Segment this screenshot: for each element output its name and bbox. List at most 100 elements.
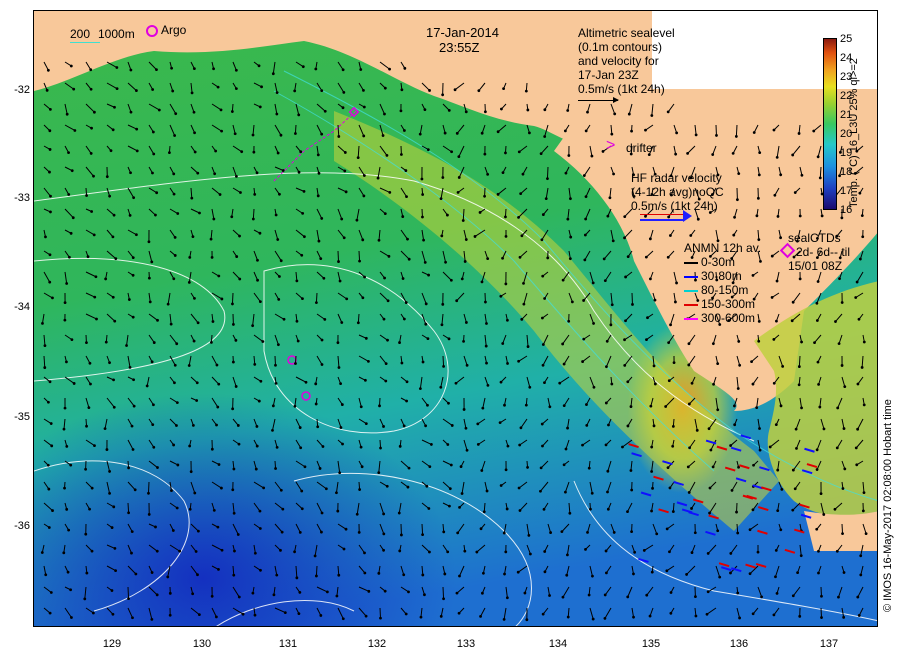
current-arrow-head <box>543 297 547 300</box>
current-arrow-head <box>191 423 195 427</box>
current-arrow-head <box>65 444 69 448</box>
current-arrow-head <box>816 360 820 364</box>
current-arrow-head <box>49 591 53 594</box>
current-arrow-head <box>716 362 720 366</box>
current-arrow-head <box>506 444 510 448</box>
y-tick-label: -33 <box>14 192 30 204</box>
current-arrow-head <box>539 152 543 155</box>
current-arrow-head <box>212 508 216 512</box>
current-arrow-head <box>448 504 451 508</box>
current-arrow-head <box>860 214 864 217</box>
current-arrow-head <box>441 93 445 97</box>
current-arrow-head <box>650 509 653 513</box>
current-arrow-head <box>716 529 720 533</box>
current-arrow-head <box>793 487 797 491</box>
current-arrow-head <box>48 148 52 151</box>
current-arrow-head <box>152 403 155 407</box>
x-tick-label: 136 <box>729 638 749 650</box>
current-arrow-head <box>216 405 220 409</box>
current-arrow-head <box>210 256 214 259</box>
current-arrow-head <box>300 489 304 493</box>
current-arrow-head <box>253 192 257 196</box>
current-arrow-head <box>108 491 111 495</box>
current-arrow-head <box>428 89 431 92</box>
current-arrow-head <box>504 282 508 286</box>
current-arrow-head <box>156 466 159 469</box>
current-arrow-head <box>605 339 609 343</box>
current-arrow-head <box>108 470 111 473</box>
current-arrow-head <box>152 152 156 156</box>
current-arrow-head <box>666 110 670 114</box>
current-arrow-head <box>314 402 318 406</box>
current-arrow-head <box>562 463 566 467</box>
current-arrow-head <box>49 422 53 425</box>
current-arrow-head <box>564 171 568 175</box>
current-arrow-head <box>455 131 459 135</box>
current-arrow-head <box>817 549 820 553</box>
current-arrow-head <box>517 150 521 154</box>
current-arrow-head <box>66 570 70 574</box>
current-arrow-head <box>384 379 388 383</box>
current-arrow-head <box>67 255 71 259</box>
current-arrow-head <box>706 590 710 594</box>
current-arrow-head <box>561 278 565 282</box>
depth-legend-line <box>70 42 100 43</box>
current-arrow-head <box>854 446 858 450</box>
current-arrow-head <box>609 323 613 327</box>
current-arrow-head <box>623 215 627 218</box>
drifter-legend-icon: > <box>606 137 616 154</box>
current-arrow-head <box>241 612 245 616</box>
current-arrow-head <box>649 404 653 408</box>
current-arrow-head <box>569 197 572 201</box>
current-arrow-head <box>260 85 263 89</box>
current-arrow-head <box>526 108 530 112</box>
current-arrow-head <box>320 89 324 93</box>
sst-map[interactable]: 17-Jan-2014 23:55Z 200 1000m Argo Altime… <box>33 10 878 627</box>
current-arrow-head <box>406 485 410 489</box>
current-arrow-head <box>567 319 571 323</box>
current-arrow-head <box>453 88 457 92</box>
current-arrow-head <box>44 573 48 577</box>
current-arrow-head <box>752 131 756 134</box>
current-arrow-head <box>797 383 801 387</box>
current-arrow-head <box>135 149 139 153</box>
current-arrow-head <box>302 189 306 193</box>
current-arrow-head <box>362 134 366 138</box>
current-arrow-head <box>528 552 532 556</box>
current-arrow-head <box>113 105 116 109</box>
current-arrow-head <box>427 507 431 510</box>
current-arrow-head <box>299 150 303 154</box>
current-arrow-head <box>104 277 108 281</box>
current-arrow-head <box>400 88 404 92</box>
arrow-icon <box>684 303 698 306</box>
current-arrow-head <box>303 465 307 469</box>
current-arrow-head <box>706 552 710 555</box>
current-arrow-head <box>170 66 174 70</box>
current-arrow-head <box>605 571 608 575</box>
current-arrow-head <box>175 424 178 427</box>
anmn-legend-item: 300-600m <box>684 311 761 325</box>
current-arrow-head <box>444 260 447 264</box>
current-arrow-head <box>498 421 502 425</box>
current-arrow-head <box>379 616 382 620</box>
current-arrow-head <box>624 275 627 279</box>
current-arrow <box>315 565 318 576</box>
current-arrow-head <box>606 490 609 494</box>
map-date: 17-Jan-2014 <box>426 25 499 40</box>
current-arrow-head <box>339 426 343 429</box>
current-arrow-head <box>341 617 345 621</box>
current-arrow-head <box>738 363 742 367</box>
current-arrow-head <box>70 338 74 342</box>
current-arrow-head <box>862 340 866 344</box>
current-arrow-head <box>135 127 139 131</box>
current-arrow-head <box>460 277 464 281</box>
current-arrow-head <box>342 236 346 240</box>
current-arrow-head <box>405 195 408 198</box>
current-arrow-head <box>233 549 236 553</box>
current-arrow-head <box>456 190 460 194</box>
current-arrow-head <box>115 87 119 91</box>
current-arrow-head <box>584 129 588 133</box>
current-arrow-head <box>755 214 759 218</box>
current-arrow-head <box>696 217 700 221</box>
current-arrow-head <box>71 216 75 220</box>
